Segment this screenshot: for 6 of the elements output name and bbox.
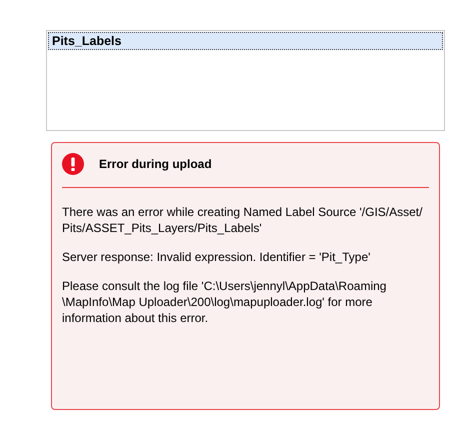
error-message: Please consult the log file 'C:\Users\jennyl\AppData\Roaming \MapInfo\Map Uploader\200\log\mapuploader.log' for more information about this error.: [62, 278, 388, 326]
list-item[interactable]: Pits_Labels: [48, 32, 443, 50]
error-message: Server response: Invalid expression. Identifier = 'Pit_Type': [62, 249, 372, 265]
error-icon: [62, 153, 84, 175]
error-title: Error during upload: [99, 157, 212, 171]
error-message: There was an error while creating Named Label Source '/GIS/Asset/ Pits/ASSET_Pits_Layers/Pits_Labels': [62, 204, 424, 236]
